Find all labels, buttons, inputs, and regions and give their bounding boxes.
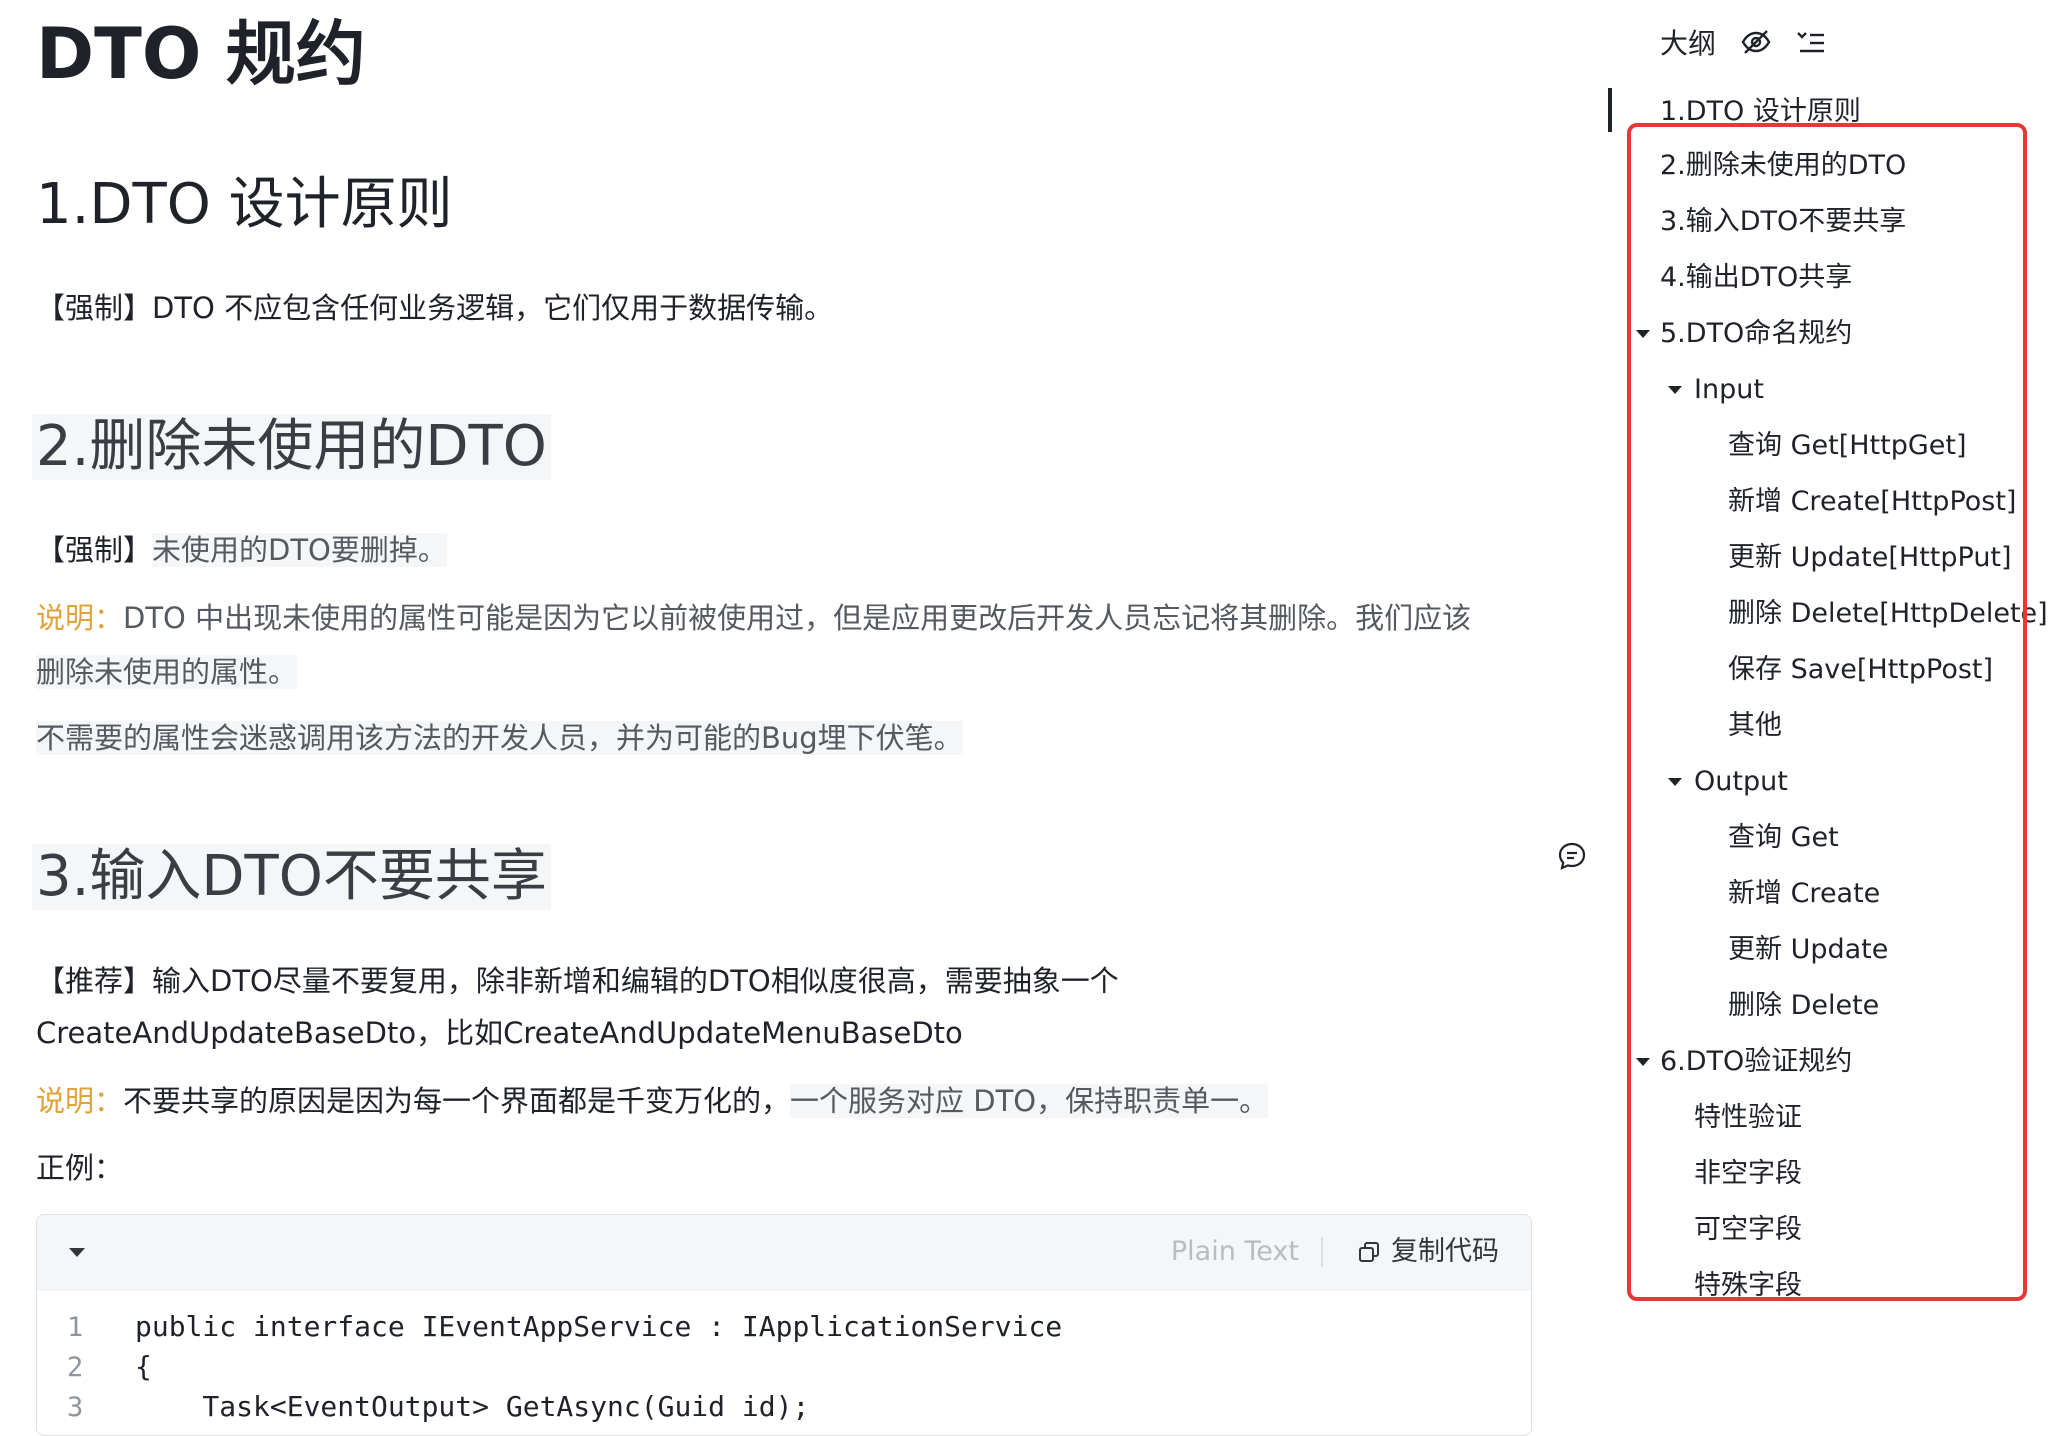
- paragraph-s2-note-line2: 删除未使用的属性。: [36, 646, 298, 698]
- heading-dto-principles[interactable]: 1.DTO 设计原则: [36, 172, 453, 238]
- outline-list-icon[interactable]: [1796, 28, 1826, 56]
- note-label: 说明：: [36, 601, 124, 635]
- code-block-header: Plain Text 复制代码: [37, 1215, 1531, 1289]
- code-language-select[interactable]: Plain Text: [1171, 1233, 1299, 1271]
- hide-icon[interactable]: [1740, 28, 1772, 56]
- line-number: 1: [67, 1312, 84, 1343]
- heading-input-dto-no-share[interactable]: 3.输入DTO不要共享: [32, 844, 551, 910]
- paragraph-s3-rule-line1: 【推荐】输入DTO尽量不要复用，除非新增和编辑的DTO相似度很高，需要抽象一个: [36, 964, 1119, 998]
- code-block: Plain Text 复制代码 1 public interface IEven…: [36, 1214, 1532, 1436]
- paragraph-s3-rule-line2: CreateAndUpdateBaseDto，比如CreateAndUpdate…: [36, 1016, 963, 1050]
- divider: [1321, 1237, 1323, 1267]
- paragraph-s3-note: 说明：不要共享的原因是因为每一个界面都是千变万化的，一个服务对应 DTO，保持职…: [36, 1075, 1269, 1127]
- code-body[interactable]: 1 public interface IEventAppService : IA…: [37, 1289, 1531, 1435]
- copy-icon: [1359, 1242, 1379, 1262]
- page-title: DTO 规约: [36, 13, 366, 95]
- note-text: DTO 中出现未使用的属性可能是因为它以前被使用过，但是应用更改后开发人员忘记将…: [123, 601, 1472, 635]
- copy-code-label: 复制代码: [1391, 1236, 1499, 1267]
- note-label: 说明：: [36, 1084, 124, 1118]
- copy-code-button[interactable]: 复制代码: [1357, 1233, 1499, 1271]
- heading-delete-unused-dto[interactable]: 2.删除未使用的DTO: [32, 414, 551, 480]
- note-text-cont: 删除未使用的属性。: [36, 655, 298, 689]
- code-line: public interface IEventAppService : IApp…: [135, 1310, 1063, 1343]
- code-line: {: [135, 1350, 152, 1383]
- rule-tag: 【强制】: [36, 533, 153, 567]
- outline-header: 大纲: [1660, 22, 1826, 62]
- code-line: Task<EventOutput> GetAsync(Guid id);: [135, 1390, 810, 1423]
- line-number: 3: [67, 1392, 84, 1423]
- paragraph-s2-note-line1: 说明：DTO 中出现未使用的属性可能是因为它以前被使用过，但是应用更改后开发人员…: [36, 592, 1471, 644]
- example-label: 正例：: [36, 1151, 124, 1185]
- note-text-a: 不要共享的原因是因为每一个界面都是千变万化的，: [123, 1084, 791, 1118]
- comment-icon[interactable]: [1556, 840, 1588, 876]
- outline-active-indicator: [1608, 88, 1612, 132]
- paragraph-s2-rule: 【强制】未使用的DTO要删掉。: [36, 524, 447, 576]
- rule-text: 未使用的DTO要删掉。: [152, 533, 447, 567]
- note-text-b: 一个服务对应 DTO，保持职责单一。: [790, 1084, 1269, 1118]
- line-number: 2: [67, 1352, 84, 1383]
- paragraph-s2-extra: 不需要的属性会迷惑调用该方法的开发人员，并为可能的Bug埋下伏笔。: [36, 712, 963, 764]
- highlight-annotation-box: [1627, 123, 2027, 1301]
- code-collapse-icon[interactable]: [69, 1248, 85, 1257]
- paragraph-s1-rule: 【强制】DTO 不应包含任何业务逻辑，它们仅用于数据传输。: [36, 291, 834, 325]
- outline-title: 大纲: [1660, 27, 1717, 60]
- extra-text: 不需要的属性会迷惑调用该方法的开发人员，并为可能的Bug埋下伏笔。: [36, 721, 963, 755]
